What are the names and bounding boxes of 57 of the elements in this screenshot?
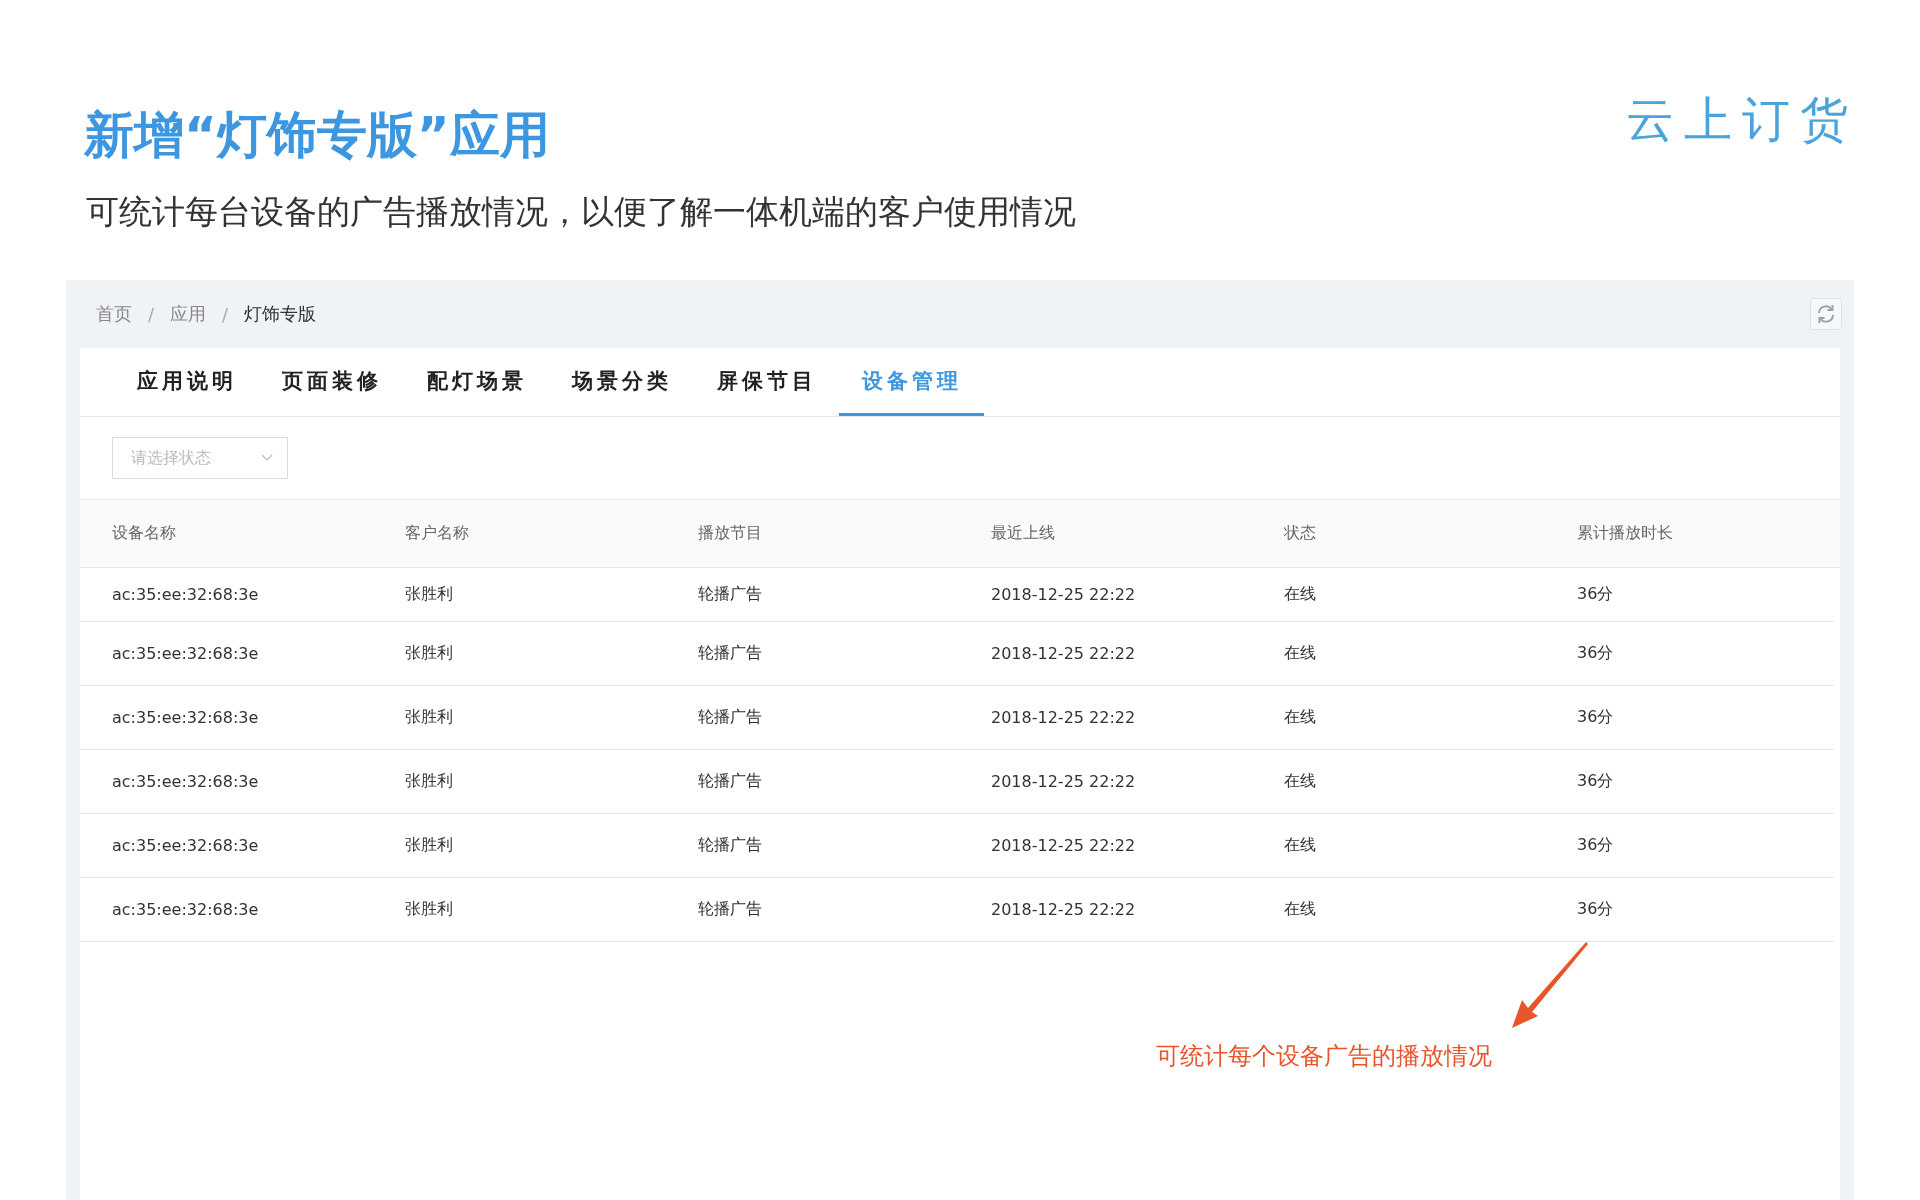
table-cell-text: 在线 bbox=[1284, 643, 1317, 664]
logo: 云上订货 bbox=[1626, 90, 1858, 148]
breadcrumb-separator: / bbox=[148, 303, 155, 325]
table-cell-text: 轮播广告 bbox=[698, 899, 763, 920]
table-cell-text: 在线 bbox=[1284, 771, 1317, 792]
tab[interactable]: 配灯场景 bbox=[404, 348, 549, 416]
slide-subtitle: 可统计每台设备的广告播放情况，以便了解一体机端的客户使用情况 bbox=[86, 191, 1076, 233]
table-cell-text: ac:35:ee:32:68:3e bbox=[112, 900, 260, 919]
table-cell-text: 张胜利 bbox=[405, 584, 454, 605]
table-cell-text: 36分 bbox=[1577, 899, 1615, 920]
table-cell-text: 在线 bbox=[1284, 584, 1317, 605]
column-header: 累计播放时长 bbox=[1577, 523, 1674, 544]
table-cell-text: 2018-12-25 22:22 bbox=[991, 644, 1137, 663]
table-cell-text: 轮播广告 bbox=[698, 771, 763, 792]
table-cell-text: 在线 bbox=[1284, 899, 1317, 920]
table-cell-text: 在线 bbox=[1284, 835, 1317, 856]
table-cell-text: 轮播广告 bbox=[698, 707, 763, 728]
table-cell-text: 张胜利 bbox=[405, 771, 454, 792]
table-cell-text: 张胜利 bbox=[405, 899, 454, 920]
tab[interactable]: 应用说明 bbox=[114, 348, 259, 416]
breadcrumb-item: 灯饰专版 bbox=[244, 302, 317, 326]
tab[interactable]: 屏保节目 bbox=[694, 348, 839, 416]
table-cell-text: 轮播广告 bbox=[698, 835, 763, 856]
table-cell-text: ac:35:ee:32:68:3e bbox=[112, 836, 260, 855]
table-cell-text: ac:35:ee:32:68:3e bbox=[112, 708, 260, 727]
column-header: 最近上线 bbox=[991, 523, 1056, 544]
table-cell-text: ac:35:ee:32:68:3e bbox=[112, 585, 260, 604]
column-header: 播放节目 bbox=[698, 523, 763, 544]
table-cell-text: 2018-12-25 22:22 bbox=[991, 772, 1137, 791]
tab[interactable]: 场景分类 bbox=[549, 348, 694, 416]
table-cell-text: 2018-12-25 22:22 bbox=[991, 585, 1137, 604]
annotation-text: 可统计每个设备广告的播放情况 bbox=[1156, 1041, 1492, 1072]
refresh-button[interactable] bbox=[1810, 298, 1842, 330]
table-cell-text: ac:35:ee:32:68:3e bbox=[112, 644, 260, 663]
table-cell-text: 轮播广告 bbox=[698, 584, 763, 605]
breadcrumb-separator: / bbox=[222, 303, 229, 325]
table-cell-text: 36分 bbox=[1577, 643, 1615, 664]
table-cell-text: 36分 bbox=[1577, 771, 1615, 792]
refresh-icon bbox=[1815, 303, 1837, 325]
table-cell-text: 36分 bbox=[1577, 835, 1615, 856]
slide-title: 新增“灯饰专版”应用 bbox=[84, 105, 551, 166]
column-header: 状态 bbox=[1284, 523, 1317, 544]
table-cell-text: 36分 bbox=[1577, 707, 1615, 728]
table-cell-text: 2018-12-25 22:22 bbox=[991, 836, 1137, 855]
column-header: 客户名称 bbox=[405, 523, 470, 544]
table-cell-text: 张胜利 bbox=[405, 835, 454, 856]
chevron-down-icon bbox=[261, 454, 273, 462]
table-cell-text: 轮播广告 bbox=[698, 643, 763, 664]
table-cell-text: 张胜利 bbox=[405, 643, 454, 664]
table-cell-text: ac:35:ee:32:68:3e bbox=[112, 772, 260, 791]
table-cell-text: 2018-12-25 22:22 bbox=[991, 900, 1137, 919]
table-cell-text: 2018-12-25 22:22 bbox=[991, 708, 1137, 727]
table-cell-text: 张胜利 bbox=[405, 707, 454, 728]
tab[interactable]: 页面装修 bbox=[259, 348, 404, 416]
column-header: 设备名称 bbox=[112, 523, 177, 544]
table-cell-text: 36分 bbox=[1577, 584, 1615, 605]
table-cell-text: 在线 bbox=[1284, 707, 1317, 728]
